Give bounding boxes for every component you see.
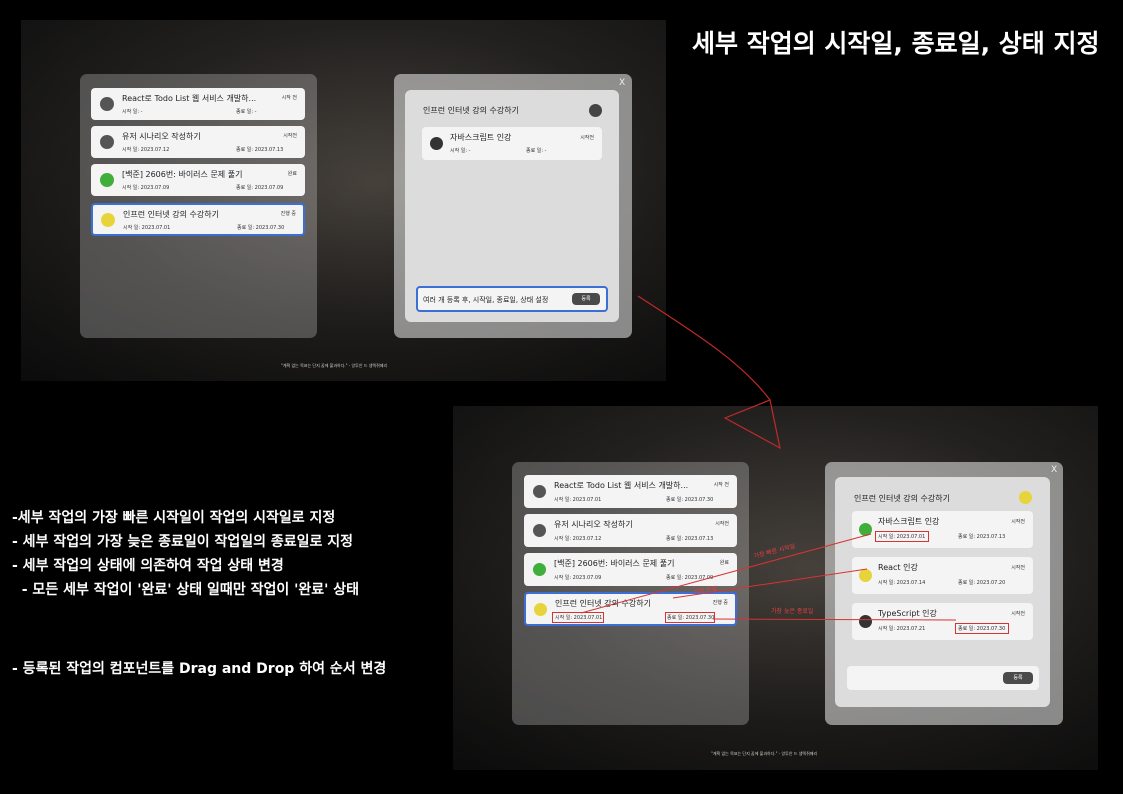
- task-title: 유저 시나리오 작성하기: [122, 132, 201, 141]
- note-line-3: - 세부 작업의 상태에 의존하여 작업 상태 변경: [12, 558, 284, 574]
- task-card[interactable]: 유저 시나리오 작성하기 시작전 시작 일: 2023.07.12 종료 일: …: [91, 126, 305, 158]
- task-start: 시작 일: 2023.07.09: [122, 185, 170, 191]
- task-card-selected[interactable]: 인프런 인터넷 강의 수강하기 진행 중 시작 일: 2023.07.01 종료…: [91, 203, 305, 236]
- task-status: 완료: [287, 171, 297, 177]
- page-heading: 세부 작업의 시작일, 종료일, 상태 지정: [692, 29, 1100, 58]
- arrow-icon: [637, 295, 781, 450]
- subtask-status: 시작전: [580, 135, 594, 141]
- subtask-end: 종료 일: -: [526, 148, 547, 154]
- annotation-latest-end: 가장 늦은 종료일: [771, 608, 814, 615]
- task-title: 인프런 인터넷 강의 수강하기: [123, 210, 219, 219]
- task-start: 시작 일: 2023.07.12: [122, 147, 170, 153]
- note-line-2: - 세부 작업의 가장 늦은 종료일이 작업일의 종료일로 지정: [12, 534, 354, 550]
- task-end: 종료 일: 2023.07.13: [236, 147, 284, 153]
- detail-status-dot: [589, 104, 602, 117]
- task-start: 시작 일: -: [122, 109, 143, 115]
- subtask-title: 자바스크립트 인강: [450, 133, 512, 142]
- task-title: React로 Todo List 웹 서비스 개발하...: [122, 94, 257, 103]
- task-status-dot: [100, 173, 114, 187]
- submit-button[interactable]: 등록: [572, 293, 600, 305]
- subtask-status-dot: [430, 137, 443, 150]
- task-detail-panel: 인프런 인터넷 강의 수강하기 자바스크립트 인강 시작전 시작 일: - 종료…: [394, 74, 632, 338]
- task-status: 시작 전: [281, 95, 297, 101]
- task-status-dot: [101, 213, 115, 227]
- subtask-card[interactable]: 자바스크립트 인강 시작전 시작 일: - 종료 일: -: [422, 127, 602, 160]
- task-end: 종료 일: 2023.07.30: [237, 225, 285, 231]
- note-line-4: - 모든 세부 작업이 '완료' 상태 일때만 작업이 '완료' 상태: [12, 582, 360, 598]
- detail-title: 인프런 인터넷 강의 수강하기: [423, 106, 519, 115]
- subtask-start: 시작 일: -: [450, 148, 471, 154]
- task-card[interactable]: React로 Todo List 웹 서비스 개발하... 시작 전 시작 일:…: [91, 88, 305, 120]
- task-title: [백준] 2606번: 바이러스 문제 풀기: [122, 170, 243, 179]
- task-card[interactable]: [백준] 2606번: 바이러스 문제 풀기 완료 시작 일: 2023.07.…: [91, 164, 305, 196]
- note-line-1: -세부 작업의 가장 빠른 시작일이 작업의 시작일로 지정: [12, 510, 336, 526]
- footer-quote: "계획 없는 목표는 단지 꿈에 불과하다." - 앙투안 드 생텍쥐페리: [281, 363, 388, 368]
- task-list-panel: React로 Todo List 웹 서비스 개발하... 시작 전 시작 일:…: [80, 74, 317, 338]
- task-status-dot: [100, 97, 114, 111]
- subtask-input-bar[interactable]: 여러 개 등록 후, 시작일, 종료일, 상태 설정 등록: [416, 286, 608, 312]
- note-line-5: - 등록된 작업의 컴포넌트를 Drag and Drop 하여 순서 변경: [12, 661, 387, 677]
- task-end: 종료 일: 2023.07.09: [236, 185, 284, 191]
- task-detail-modal: 인프런 인터넷 강의 수강하기 자바스크립트 인강 시작전 시작 일: - 종료…: [405, 90, 619, 322]
- task-status-dot: [100, 135, 114, 149]
- top-screenshot: React로 Todo List 웹 서비스 개발하... 시작 전 시작 일:…: [21, 20, 666, 381]
- task-status: 진행 중: [280, 211, 296, 217]
- subtask-input[interactable]: 여러 개 등록 후, 시작일, 종료일, 상태 설정: [423, 295, 548, 305]
- task-start: 시작 일: 2023.07.01: [123, 225, 171, 231]
- close-icon[interactable]: X: [619, 78, 625, 88]
- task-status: 시작전: [283, 133, 297, 139]
- task-end: 종료 일: -: [236, 109, 257, 115]
